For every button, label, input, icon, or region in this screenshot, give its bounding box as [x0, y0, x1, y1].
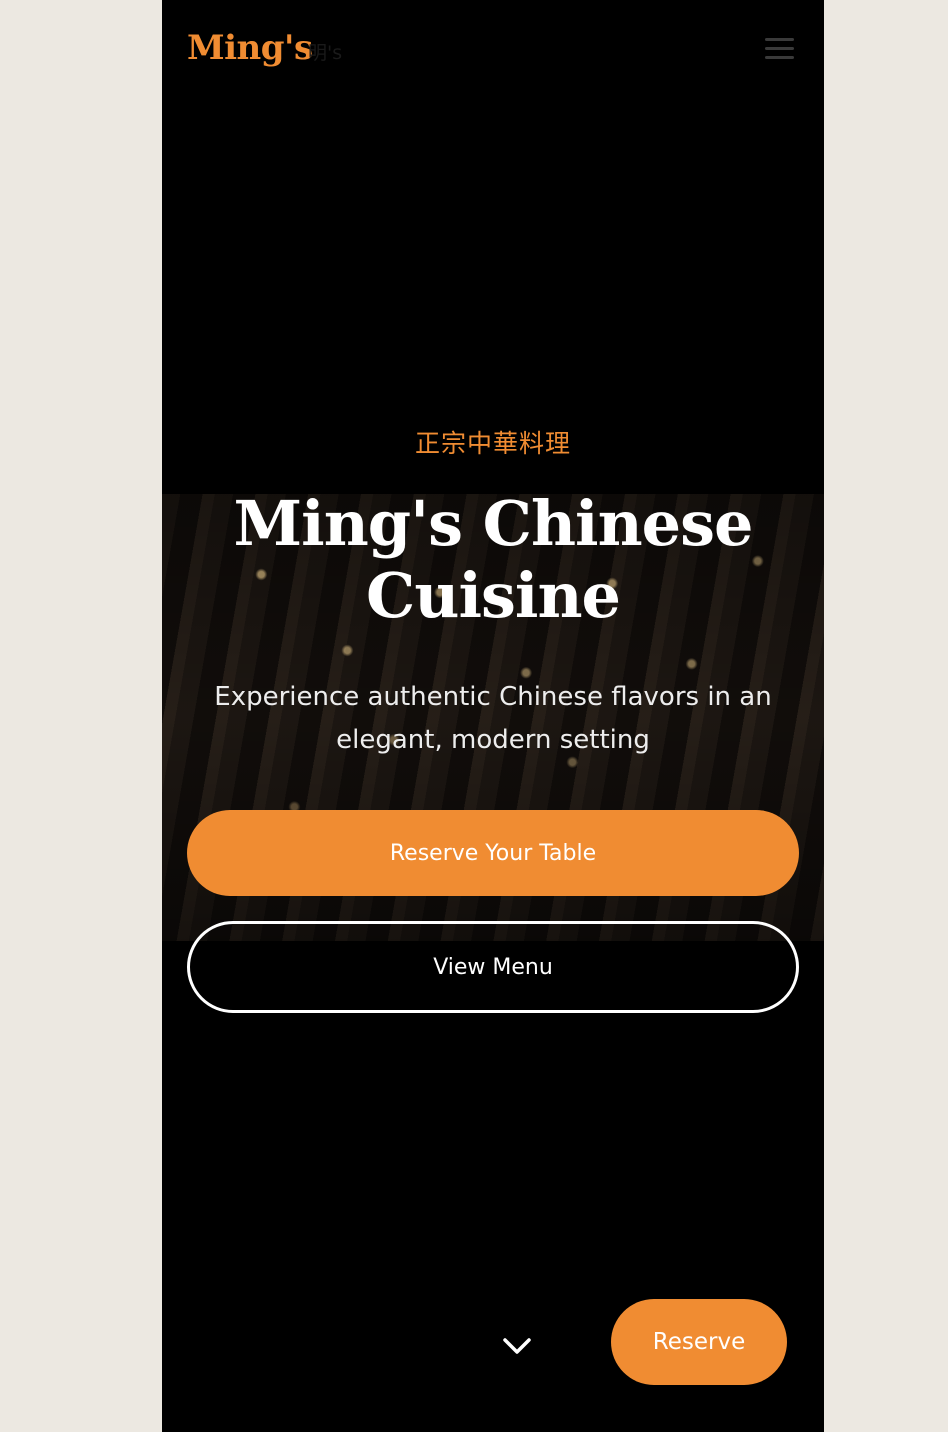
hero-eyebrow: 正宗中華料理	[414, 429, 571, 458]
menu-bar	[765, 47, 794, 50]
logo[interactable]: Ming's	[187, 28, 313, 68]
chevron-down-svg	[503, 1338, 531, 1354]
hamburger-menu-icon[interactable]	[765, 35, 795, 61]
site-header: Ming's 明's	[187, 22, 799, 78]
reserve-table-button[interactable]: Reserve Your Table	[187, 810, 799, 896]
menu-bar	[765, 56, 794, 59]
mobile-viewport: Ming's 明's 正宗中華料理 Ming's Chinese Cuisine…	[162, 0, 824, 1432]
hero-subtitle: Experience authentic Chinese flavors in …	[214, 682, 772, 755]
view-menu-button[interactable]: View Menu	[187, 921, 799, 1013]
menu-bar	[765, 38, 794, 41]
floating-reserve-button[interactable]: Reserve	[611, 1299, 787, 1385]
chevron-down-icon[interactable]	[499, 1330, 535, 1360]
logo-chinese-name: 明's	[308, 42, 343, 64]
hero-title: Ming's Chinese Cuisine	[233, 487, 754, 632]
